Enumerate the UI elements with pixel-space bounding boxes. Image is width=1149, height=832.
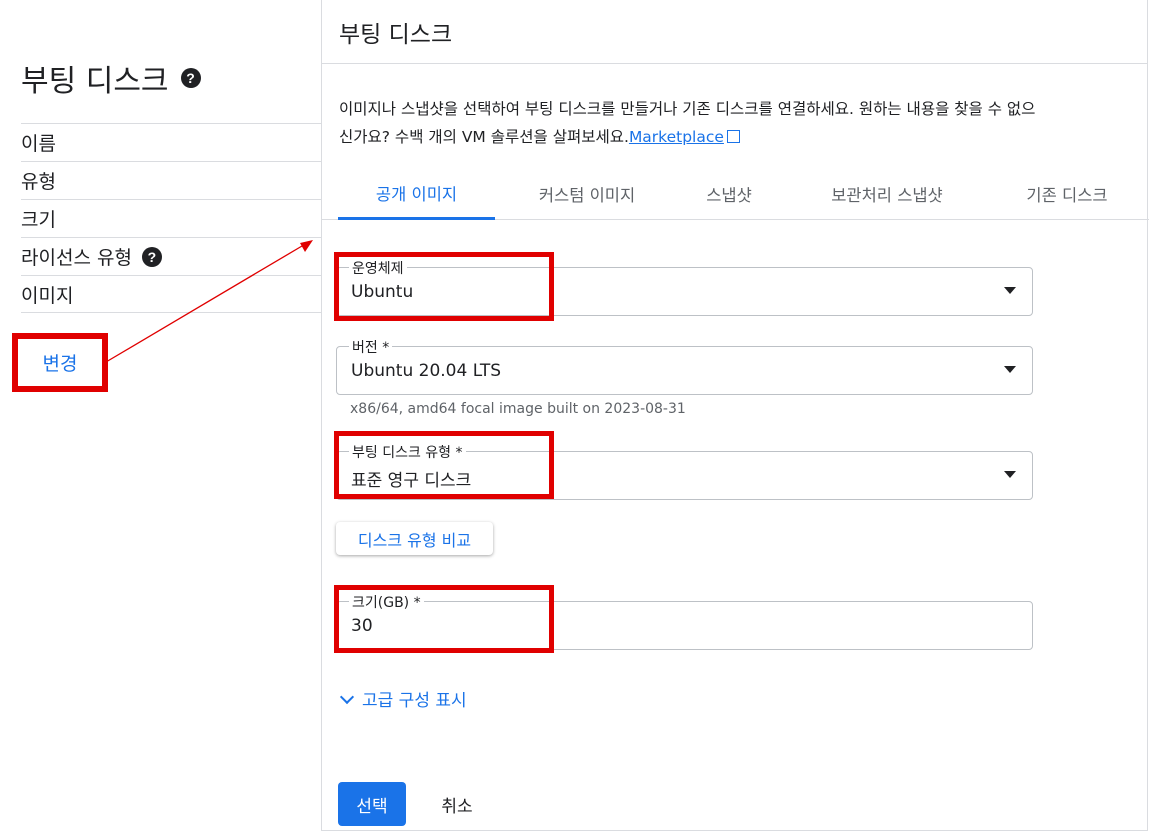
size-label: 크기(GB) * — [349, 592, 424, 612]
left-summary-list: 이름 유형 크기 라이선스 유형 ? 이미지 — [21, 123, 321, 313]
cancel-button[interactable]: 취소 — [427, 782, 487, 826]
panel-title: 부팅 디스크 — [322, 0, 1147, 64]
size-value[interactable]: 30 — [351, 616, 373, 636]
disk-type-select[interactable]: 부팅 디스크 유형 * 표준 영구 디스크 — [336, 442, 1033, 500]
left-title: 부팅 디스크 ? — [21, 56, 201, 100]
os-label: 운영체제 — [349, 258, 407, 278]
show-advanced-config-button[interactable]: 고급 구성 표시 — [338, 686, 467, 711]
summary-label: 크기 — [21, 209, 56, 231]
summary-label: 이미지 — [21, 284, 74, 307]
dropdown-arrow-icon[interactable] — [1004, 471, 1016, 478]
summary-row-name: 이름 — [21, 123, 321, 161]
disk-type-label: 부팅 디스크 유형 * — [349, 442, 466, 462]
boot-disk-panel: 부팅 디스크 이미지나 스냅샷을 선택하여 부팅 디스크를 만들거나 기존 디스… — [321, 0, 1149, 831]
external-link-icon — [726, 130, 740, 143]
disk-type-value: 표준 영구 디스크 — [351, 471, 472, 491]
chevron-down-icon — [339, 689, 355, 704]
advanced-label: 고급 구성 표시 — [362, 691, 467, 711]
help-icon[interactable]: ? — [180, 68, 201, 88]
summary-row-image: 이미지 — [21, 275, 321, 313]
os-select[interactable]: 운영체제 Ubuntu — [336, 258, 1033, 316]
summary-row-type: 유형 — [21, 161, 321, 199]
marketplace-link[interactable]: Marketplace — [629, 128, 724, 146]
summary-row-license: 라이선스 유형 ? — [21, 237, 321, 275]
compare-disk-types-button[interactable]: 디스크 유형 비교 — [336, 522, 493, 555]
size-input[interactable]: 크기(GB) * 30 — [336, 592, 1033, 650]
summary-label: 이름 — [21, 133, 56, 155]
select-button[interactable]: 선택 — [338, 782, 406, 826]
left-title-text: 부팅 디스크 — [21, 64, 169, 99]
tab-archive-snapshots[interactable]: 보관처리 스냅샷 — [802, 168, 972, 220]
tab-custom-images[interactable]: 커스텀 이미지 — [512, 168, 662, 220]
tab-public-images[interactable]: 공개 이미지 — [338, 168, 495, 220]
dropdown-arrow-icon[interactable] — [1004, 287, 1016, 294]
os-value: Ubuntu — [351, 282, 414, 302]
panel-description: 이미지나 스냅샷을 선택하여 부팅 디스크를 만들거나 기존 디스크를 연결하세… — [339, 95, 1039, 151]
image-source-tabs: 공개 이미지 커스텀 이미지 스냅샷 보관처리 스냅샷 기존 디스크 — [322, 168, 1149, 220]
summary-label: 유형 — [21, 171, 56, 193]
version-value: Ubuntu 20.04 LTS — [351, 361, 502, 381]
tab-snapshots[interactable]: 스냅샷 — [684, 168, 774, 220]
summary-row-size: 크기 — [21, 199, 321, 237]
version-select[interactable]: 버전 * Ubuntu 20.04 LTS — [336, 337, 1033, 395]
change-button[interactable]: 변경 — [12, 333, 108, 392]
version-label: 버전 * — [349, 337, 393, 357]
version-hint: x86/64, amd64 focal image built on 2023-… — [350, 401, 686, 417]
help-icon[interactable]: ? — [141, 246, 162, 267]
summary-label: 라이선스 유형 — [21, 247, 132, 269]
tab-existing-disks[interactable]: 기존 디스크 — [1002, 168, 1132, 220]
dropdown-arrow-icon[interactable] — [1004, 366, 1016, 373]
